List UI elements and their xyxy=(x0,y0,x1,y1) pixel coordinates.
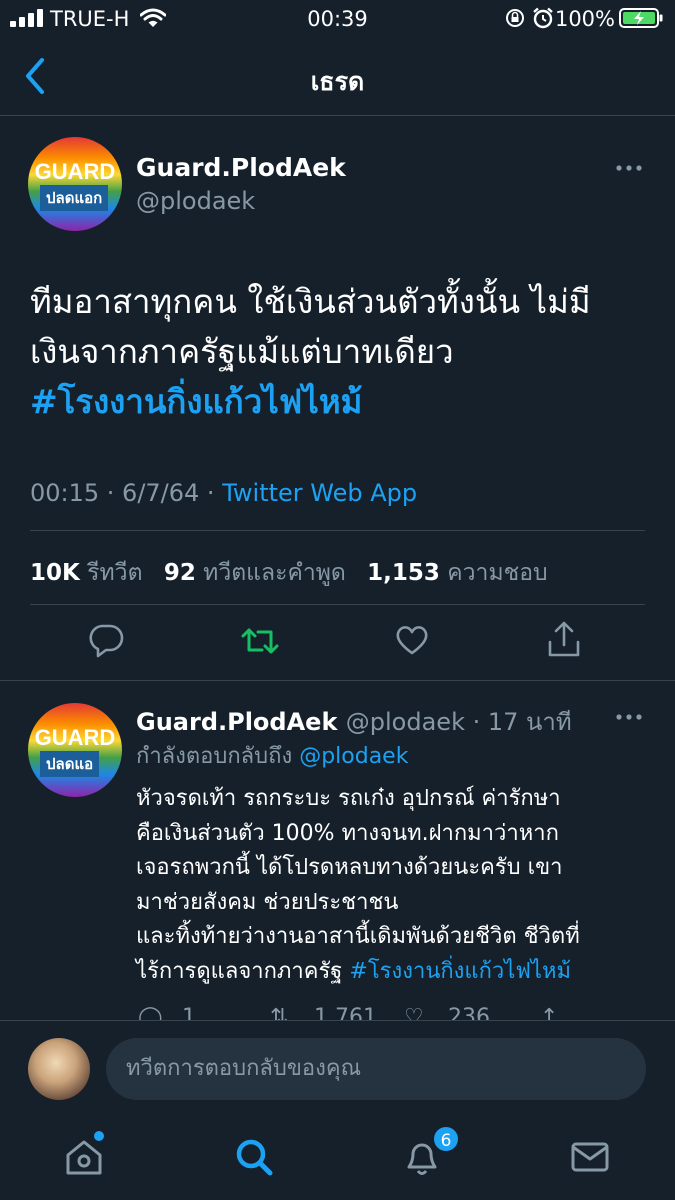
mention-link[interactable]: @plodaek xyxy=(299,744,408,769)
top-navigation-bar: เธรด xyxy=(0,40,675,116)
more-options-icon[interactable] xyxy=(615,163,643,173)
divider xyxy=(30,604,645,605)
more-options-icon[interactable] xyxy=(615,712,643,722)
mail-icon[interactable] xyxy=(568,1135,612,1179)
avatar-logo-text: GUARD xyxy=(34,725,116,750)
avatar-logo-sub: ปลดแอ xyxy=(40,751,100,777)
likes-label[interactable]: ความชอบ xyxy=(447,560,547,586)
tweet-text-line: เงินจากภาครัฐแม้แต่บาทเดียว xyxy=(30,332,454,371)
alarm-icon xyxy=(533,7,553,29)
notification-badge: 6 xyxy=(432,1125,460,1153)
tweet-text: ทีมอาสาทุกคน ใช้เงินส่วนตัวทั้งนั้น ไม่ม… xyxy=(30,277,655,427)
tweet-timestamp: 00:15 · 6/7/64 · xyxy=(30,479,215,507)
likes-count[interactable]: 1,153 xyxy=(367,560,440,586)
reply-input[interactable]: ทวีตการตอบกลับของคุณ xyxy=(106,1038,646,1100)
tweet-metadata: 00:15 · 6/7/64 · Twitter Web App xyxy=(30,479,417,507)
retweets-count[interactable]: 10K xyxy=(30,560,80,586)
retweets-label[interactable]: รีทวีต xyxy=(87,560,142,586)
retweet-icon[interactable] xyxy=(240,624,280,658)
tweet-text-line: มาช่วยสังคม ช่วยประชาชน xyxy=(136,889,399,915)
avatar-logo-sub: ปลดแอก xyxy=(40,185,109,211)
status-bar: TRUE-H 00:39 100% xyxy=(0,0,675,40)
hashtag-link[interactable]: #โรงงานกิ่งแก้วไฟไหม้ xyxy=(30,377,655,427)
search-icon[interactable] xyxy=(232,1135,276,1179)
heart-icon[interactable] xyxy=(394,622,430,658)
avatar[interactable]: GUARD ปลดแอ xyxy=(28,703,122,797)
author-name[interactable]: Guard.PlodAek xyxy=(136,153,346,182)
replying-to-label: กำลังตอบกลับถึง xyxy=(136,744,293,769)
tweet-text-line: คือเงินส่วนตัว 100% ทางจนท.ฝากมาว่าหาก xyxy=(136,820,559,846)
tweet-text-line: เจอรถพวกนี้ ได้โปรดหลบทางด้วยนะครับ เขา xyxy=(136,855,563,880)
avatar[interactable]: GUARD ปลดแอก xyxy=(28,137,122,231)
quotes-label[interactable]: ทวีตและคำพูด xyxy=(203,560,346,586)
tweet-text-line: ไร้การดูแลจากภาครัฐ xyxy=(136,958,343,984)
compose-reply-bar: ทวีตการตอบกลับของคุณ xyxy=(0,1020,675,1115)
tweet-source-link[interactable]: Twitter Web App xyxy=(222,479,417,507)
user-avatar[interactable] xyxy=(28,1038,90,1100)
author-handle[interactable]: @plodaek xyxy=(136,187,255,215)
tweet-text-line: หัวจรดเท้า รถกระบะ รถเก๋ง อุปกรณ์ ค่ารัก… xyxy=(136,786,561,811)
home-icon[interactable] xyxy=(62,1135,106,1179)
hashtag-link[interactable]: #โรงงานกิ่งแก้วไฟไหม้ xyxy=(349,959,571,984)
tweet-text: หัวจรดเท้า รถกระบะ รถเก๋ง อุปกรณ์ ค่ารัก… xyxy=(136,782,656,989)
tweet-stats: 10K รีทวีต 92 ทวีตและคำพูด 1,153 ความชอบ xyxy=(30,555,548,591)
reply-author[interactable]: Guard.PlodAek @plodaek · 17 นาที xyxy=(136,702,572,741)
replying-to: กำลังตอบกลับถึง @plodaek xyxy=(136,738,408,773)
divider xyxy=(30,530,645,531)
tweet-text-line: และทิ้งท้ายว่างานอาสานี้เดิมพันด้วยชีวิต… xyxy=(136,924,580,949)
bottom-tab-bar: 6 xyxy=(0,1115,675,1200)
page-title: เธรด xyxy=(310,67,365,96)
author-handle-time[interactable]: @plodaek · 17 นาที xyxy=(346,708,572,736)
divider xyxy=(0,680,675,681)
avatar-logo-text: GUARD xyxy=(34,159,116,184)
battery-percent: 100% xyxy=(554,7,615,31)
battery-charging-icon xyxy=(619,8,663,28)
quotes-count[interactable]: 92 xyxy=(164,560,196,586)
lock-rotation-icon xyxy=(506,9,524,27)
reply-icon[interactable] xyxy=(88,622,124,658)
tweet-text-line: ทีมอาสาทุกคน ใช้เงินส่วนตัวทั้งนั้น ไม่ม… xyxy=(30,282,591,321)
share-icon[interactable] xyxy=(546,620,582,658)
author-name[interactable]: Guard.PlodAek xyxy=(136,708,337,736)
new-content-dot xyxy=(94,1131,104,1141)
